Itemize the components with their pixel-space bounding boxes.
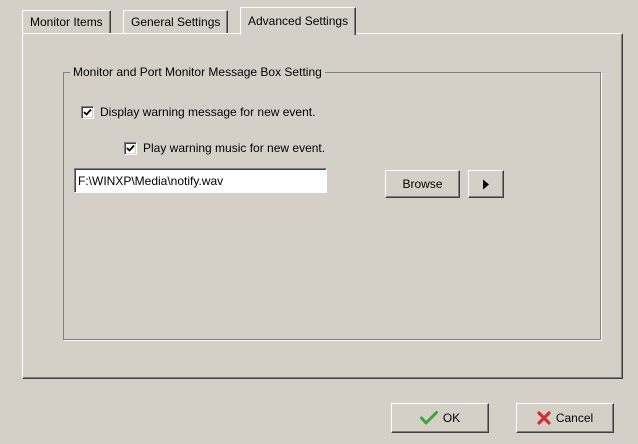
tab-general-settings[interactable]: General Settings [123, 10, 229, 34]
play-button[interactable] [468, 170, 504, 198]
play-triangle-icon [483, 179, 489, 189]
browse-label: Browse [402, 177, 443, 191]
display-warning-label: Display warning message for new event. [100, 105, 316, 119]
message-box-setting-group: Monitor and Port Monitor Message Box Set… [63, 65, 601, 340]
checkmark-icon [419, 411, 438, 425]
play-music-label: Play warning music for new event. [143, 141, 326, 155]
play-music-checkbox-row[interactable]: Play warning music for new event. [124, 141, 325, 155]
group-title: Monitor and Port Monitor Message Box Set… [70, 65, 325, 80]
checkmark-icon [126, 144, 135, 152]
cancel-label: Cancel [555, 411, 594, 425]
display-warning-checkbox[interactable] [81, 105, 94, 119]
play-music-checkbox[interactable] [124, 141, 137, 155]
ok-label: OK [442, 411, 461, 425]
browse-button[interactable]: Browse [385, 170, 460, 198]
tab-advanced-settings[interactable]: Advanced Settings [240, 7, 357, 35]
display-warning-checkbox-row[interactable]: Display warning message for new event. [81, 105, 315, 119]
ok-button[interactable]: OK [391, 403, 489, 433]
cancel-button[interactable]: Cancel [516, 403, 614, 433]
checkmark-icon [83, 108, 92, 116]
x-icon [537, 411, 551, 425]
sound-file-path-input[interactable] [74, 168, 327, 193]
tab-monitor-items[interactable]: Monitor Items [22, 10, 111, 34]
advanced-settings-panel: Monitor and Port Monitor Message Box Set… [22, 33, 623, 379]
